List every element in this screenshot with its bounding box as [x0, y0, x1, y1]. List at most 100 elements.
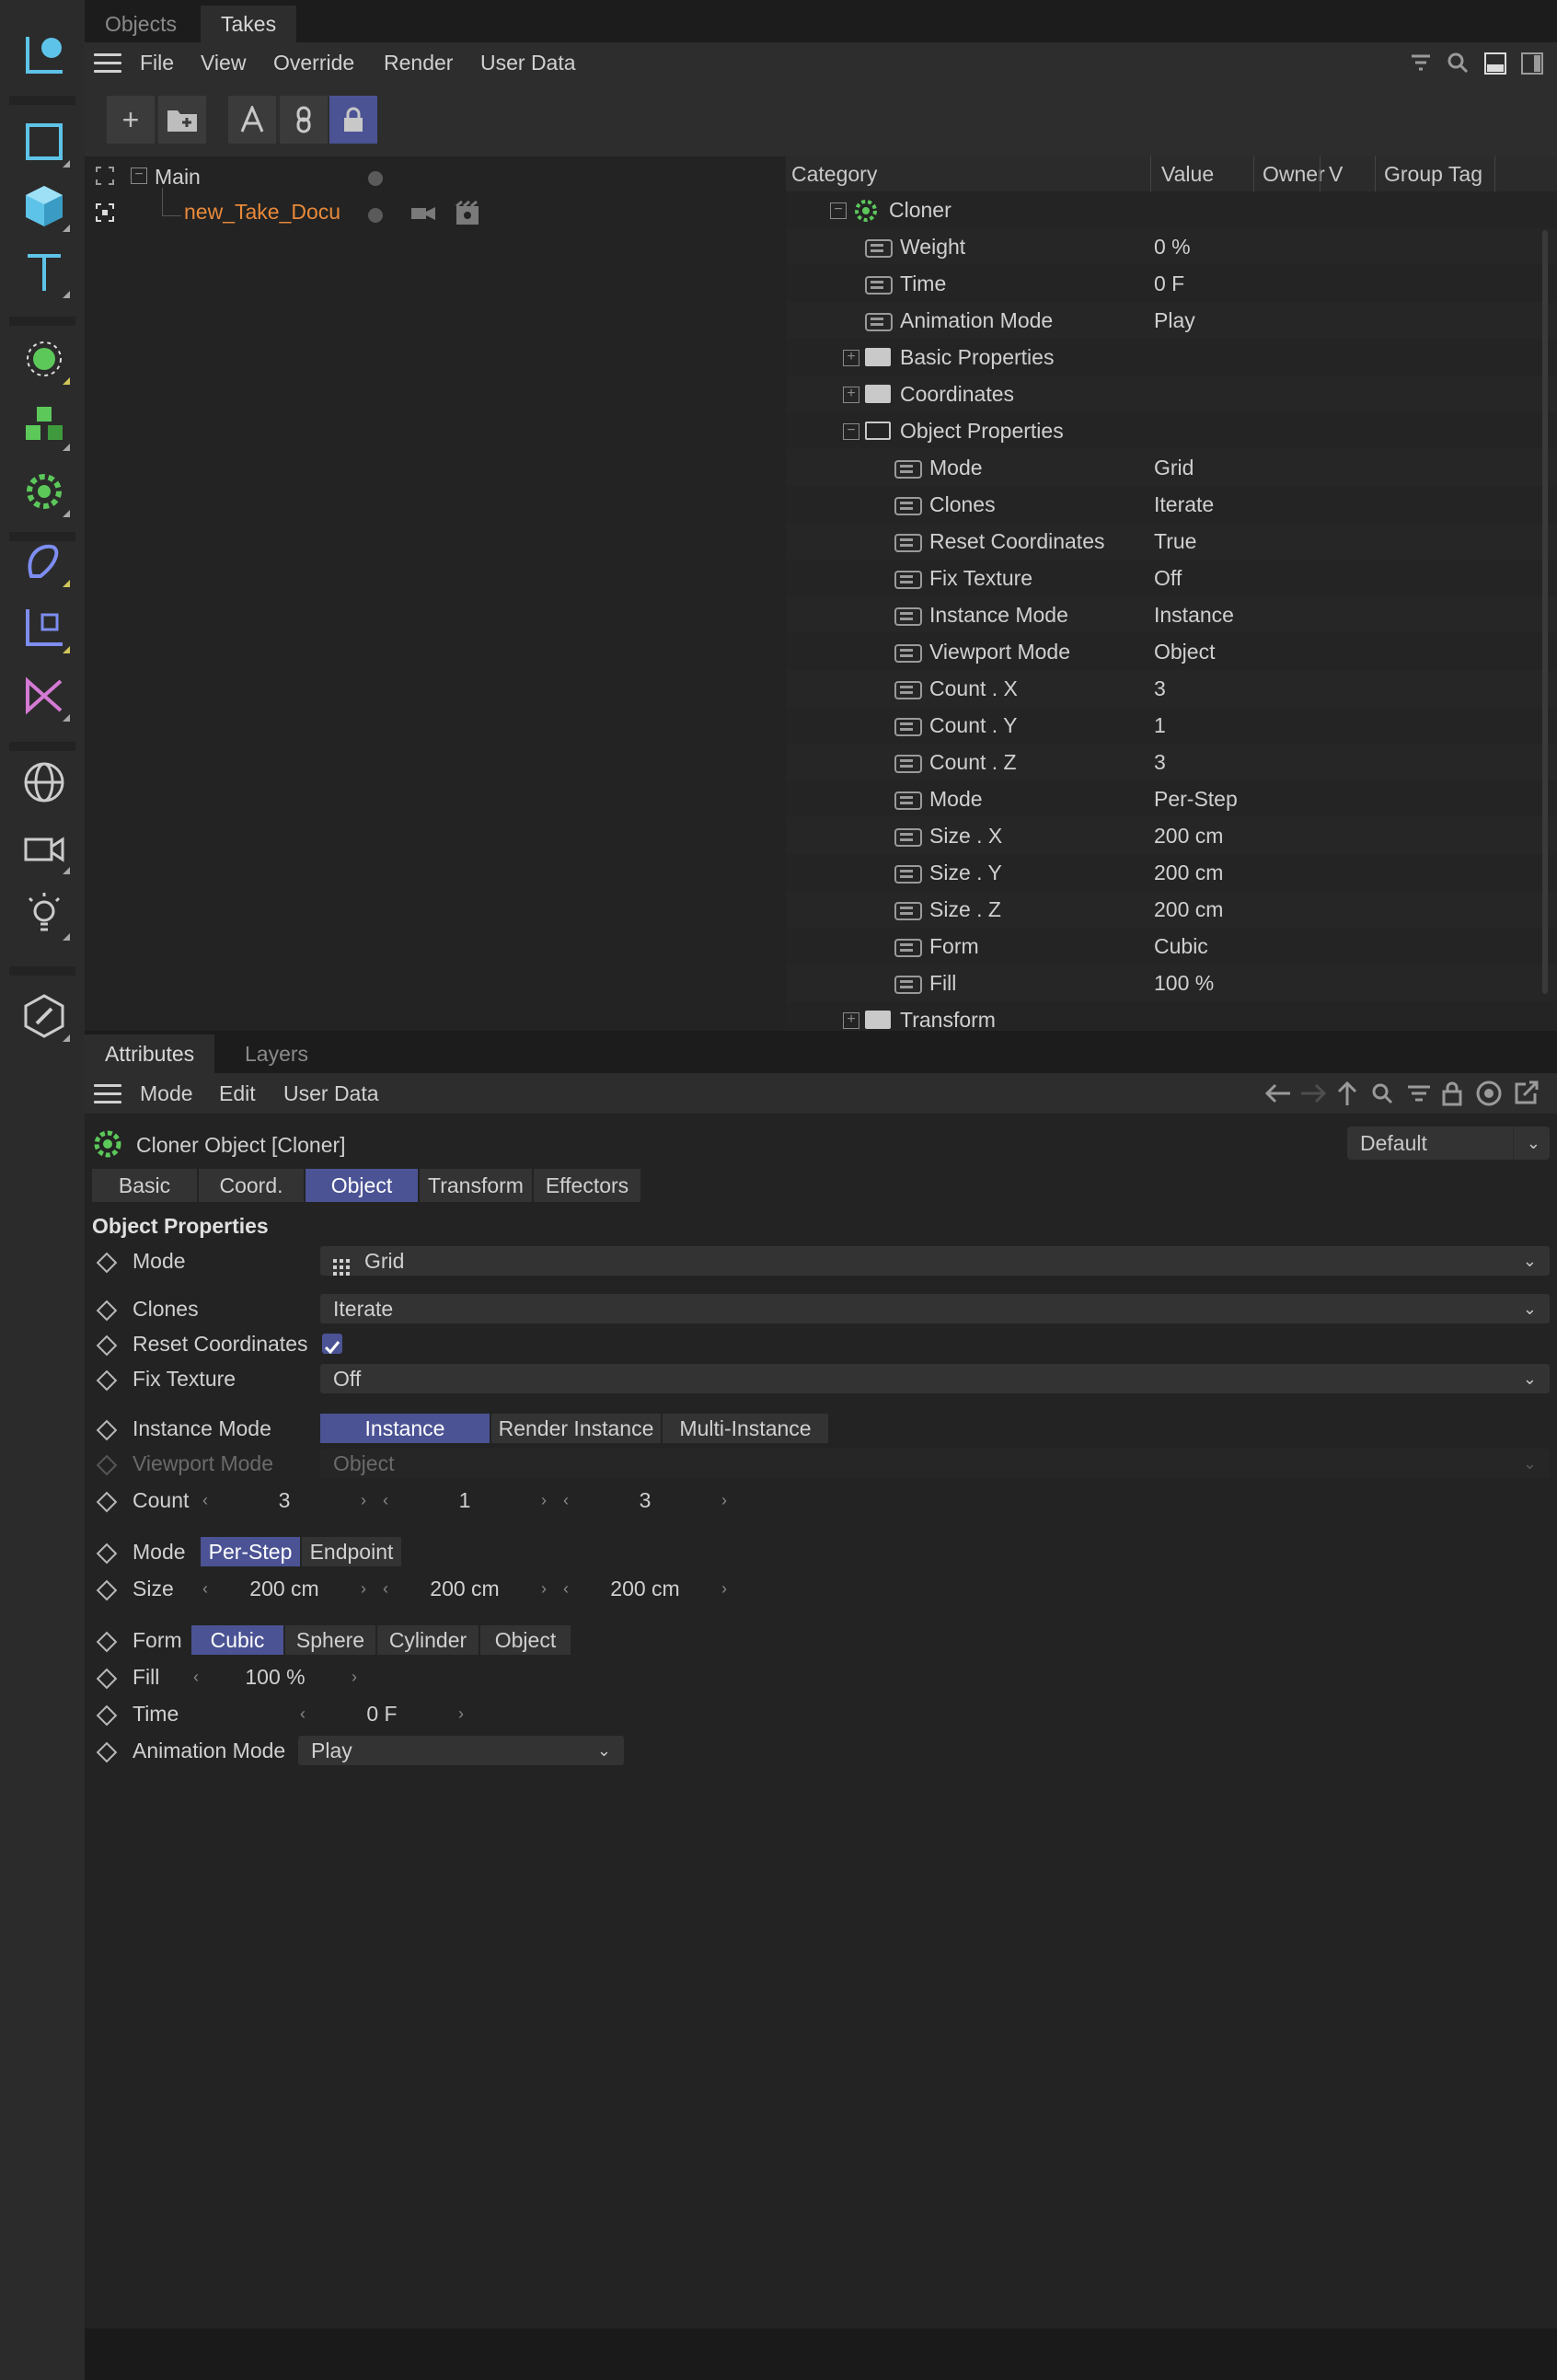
form-cubic[interactable]: Cubic — [191, 1625, 283, 1655]
reset-coordinates-checkbox[interactable] — [322, 1334, 342, 1355]
category-param-row[interactable]: Form Cubic — [786, 928, 1557, 965]
column-value[interactable]: Value — [1161, 162, 1214, 187]
count-x-input[interactable]: ‹ 3 › — [199, 1485, 370, 1515]
take-new-status-dot[interactable] — [368, 208, 383, 223]
keyframe-diamond-icon[interactable] — [96, 1419, 118, 1441]
attributes-hamburger-icon[interactable] — [94, 1084, 121, 1104]
up-arrow-icon[interactable] — [1336, 1080, 1358, 1112]
tab-layers[interactable]: Layers — [225, 1034, 329, 1073]
fix-texture-dropdown[interactable]: Off ⌄ — [320, 1364, 1550, 1393]
collapse-icon[interactable]: − — [843, 423, 859, 440]
column-owner[interactable]: Owner — [1263, 162, 1325, 187]
forward-arrow-icon[interactable] — [1299, 1082, 1327, 1110]
new-window-icon[interactable] — [1513, 1080, 1539, 1112]
keyframe-diamond-icon[interactable] — [96, 1704, 118, 1727]
keyframe-diamond-icon[interactable] — [96, 1542, 118, 1565]
add-folder-icon[interactable] — [158, 96, 206, 144]
expand-icon[interactable]: + — [843, 350, 859, 366]
category-param-row[interactable]: Reset Coordinates True — [786, 523, 1557, 560]
category-param-row[interactable]: Size . Z 200 cm — [786, 891, 1557, 928]
layout-bottom-icon[interactable] — [1483, 52, 1507, 75]
keyframe-diamond-icon[interactable] — [96, 1631, 118, 1653]
form-object[interactable]: Object — [480, 1625, 571, 1655]
menu-attr-user-data[interactable]: User Data — [283, 1073, 379, 1114]
cluster-icon[interactable] — [17, 398, 72, 453]
globe-icon[interactable] — [17, 755, 72, 810]
keyframe-diamond-icon[interactable] — [96, 1334, 118, 1357]
keyframe-diamond-icon[interactable] — [96, 1741, 118, 1763]
tab-attributes[interactable]: Attributes — [85, 1034, 215, 1073]
filter-icon[interactable] — [1410, 52, 1432, 74]
category-param-row[interactable]: Count . Y 1 — [786, 707, 1557, 744]
category-param-row[interactable]: Count . X 3 — [786, 670, 1557, 707]
collapse-icon[interactable]: − — [830, 202, 847, 219]
category-folder-row[interactable]: + Coordinates — [786, 375, 1557, 412]
count-y-input[interactable]: ‹ 1 › — [379, 1485, 550, 1515]
subtab-basic[interactable]: Basic — [92, 1169, 197, 1202]
category-param-row[interactable]: Count . Z 3 — [786, 744, 1557, 780]
target-icon[interactable] — [1476, 1080, 1502, 1112]
category-param-row[interactable]: Clones Iterate — [786, 486, 1557, 523]
category-param-row[interactable]: Viewport Mode Object — [786, 633, 1557, 670]
take-render-icon[interactable] — [455, 200, 480, 226]
search-icon[interactable] — [1447, 52, 1469, 74]
text-icon[interactable] — [17, 245, 72, 300]
expand-icon[interactable]: + — [843, 387, 859, 403]
menu-mode[interactable]: Mode — [140, 1073, 193, 1114]
cloner-active-icon[interactable] — [17, 331, 72, 387]
take-active-icon[interactable] — [96, 202, 114, 222]
category-param-row[interactable]: Size . Y 200 cm — [786, 854, 1557, 891]
category-param-row[interactable]: Fill 100 % — [786, 965, 1557, 1001]
layout-side-icon[interactable] — [1520, 52, 1544, 75]
count-z-input[interactable]: ‹ 3 › — [559, 1485, 731, 1515]
column-group-tag[interactable]: Group Tag — [1384, 162, 1482, 187]
subtab-coord[interactable]: Coord. — [199, 1169, 304, 1202]
keyframe-diamond-icon[interactable] — [96, 1668, 118, 1690]
rectangle-icon[interactable] — [17, 114, 72, 169]
size-z-input[interactable]: ‹ 200 cm › — [559, 1574, 731, 1603]
column-v[interactable]: V — [1329, 162, 1343, 187]
subdivision-icon[interactable] — [17, 600, 72, 655]
time-input[interactable]: ‹ 0 F › — [296, 1699, 467, 1728]
mode-dropdown[interactable]: Grid ⌄ — [320, 1246, 1550, 1276]
menu-override[interactable]: Override — [273, 42, 354, 83]
attr-filter-icon[interactable] — [1406, 1082, 1432, 1110]
hamburger-menu-icon[interactable] — [94, 53, 121, 74]
edit-icon[interactable] — [17, 988, 72, 1044]
lock-icon[interactable] — [329, 96, 377, 144]
expand-icon[interactable]: + — [843, 1012, 859, 1029]
category-object-row[interactable]: − Cloner — [786, 191, 1557, 228]
form-sphere[interactable]: Sphere — [285, 1625, 375, 1655]
frame-selection-icon[interactable] — [17, 28, 72, 83]
category-folder-row[interactable]: − Object Properties — [786, 412, 1557, 449]
category-folder-row[interactable]: + Basic Properties — [786, 339, 1557, 375]
spline-pen-icon[interactable] — [17, 534, 72, 589]
category-param-row[interactable]: Mode Grid — [786, 449, 1557, 486]
category-param-row[interactable]: Instance Mode Instance — [786, 596, 1557, 633]
size-mode-endpoint[interactable]: Endpoint — [302, 1537, 401, 1566]
category-param-row[interactable]: Weight 0 % — [786, 228, 1557, 265]
menu-user-data[interactable]: User Data — [480, 42, 576, 83]
back-arrow-icon[interactable] — [1264, 1082, 1292, 1110]
take-main-status-dot[interactable] — [368, 171, 383, 186]
attr-search-icon[interactable] — [1371, 1082, 1393, 1110]
tab-objects[interactable]: Objects — [85, 6, 197, 42]
auto-take-icon[interactable] — [228, 96, 276, 144]
take-select-icon[interactable] — [96, 166, 114, 185]
size-y-input[interactable]: ‹ 200 cm › — [379, 1574, 550, 1603]
keyframe-diamond-icon[interactable] — [96, 1579, 118, 1601]
camera-icon[interactable] — [17, 821, 72, 876]
take-camera-icon[interactable] — [410, 202, 436, 226]
category-param-row[interactable]: Time 0 F — [786, 265, 1557, 302]
menu-render[interactable]: Render — [384, 42, 453, 83]
cloner-icon[interactable] — [17, 464, 72, 519]
preset-dropdown[interactable]: Default ⌄ — [1347, 1126, 1550, 1160]
column-category[interactable]: Category — [791, 162, 877, 187]
instance-mode-render-instance[interactable]: Render Instance — [491, 1414, 661, 1443]
instance-mode-multi-instance[interactable]: Multi-Instance — [663, 1414, 828, 1443]
subtab-object[interactable]: Object — [306, 1169, 418, 1202]
menu-edit[interactable]: Edit — [219, 1073, 256, 1114]
keyframe-diamond-icon[interactable] — [96, 1491, 118, 1513]
form-cylinder[interactable]: Cylinder — [377, 1625, 479, 1655]
fill-input[interactable]: ‹ 100 % › — [190, 1662, 361, 1692]
